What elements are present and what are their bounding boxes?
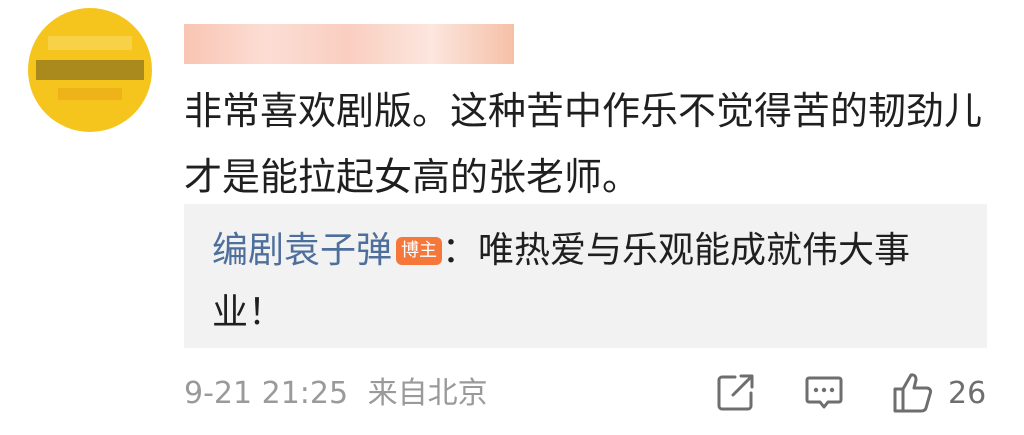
avatar-pixelation	[36, 60, 144, 80]
thumbs-up-icon	[893, 373, 933, 413]
comment-icon	[805, 376, 843, 409]
share-button[interactable]	[714, 370, 758, 418]
share-icon	[717, 374, 754, 411]
like-count: 26	[948, 375, 987, 411]
like-button[interactable]: 26	[890, 370, 986, 416]
location: 来自北京	[367, 376, 488, 411]
avatar-pixelation	[48, 36, 132, 50]
comment-meta: 9-21 21:25 来自北京	[184, 368, 488, 412]
avatar-pixelation	[58, 88, 122, 100]
timestamp: 9-21 21:25	[184, 376, 349, 411]
comment-text: 非常喜欢剧版。这种苦中作乐不觉得苦的韧劲儿才是能拉起女高的张老师。	[184, 89, 983, 199]
comment-button[interactable]	[802, 370, 846, 418]
reply-author-link[interactable]: 编剧袁子弹	[212, 230, 392, 271]
blogger-badge: 博主	[396, 237, 443, 265]
reply-separator: ：	[442, 230, 479, 271]
username-blurred[interactable]	[184, 24, 514, 64]
reply-box[interactable]: 编剧袁子弹 博主 ：唯热爱与乐观能成就伟大事业！	[184, 204, 987, 348]
avatar[interactable]	[28, 8, 152, 132]
